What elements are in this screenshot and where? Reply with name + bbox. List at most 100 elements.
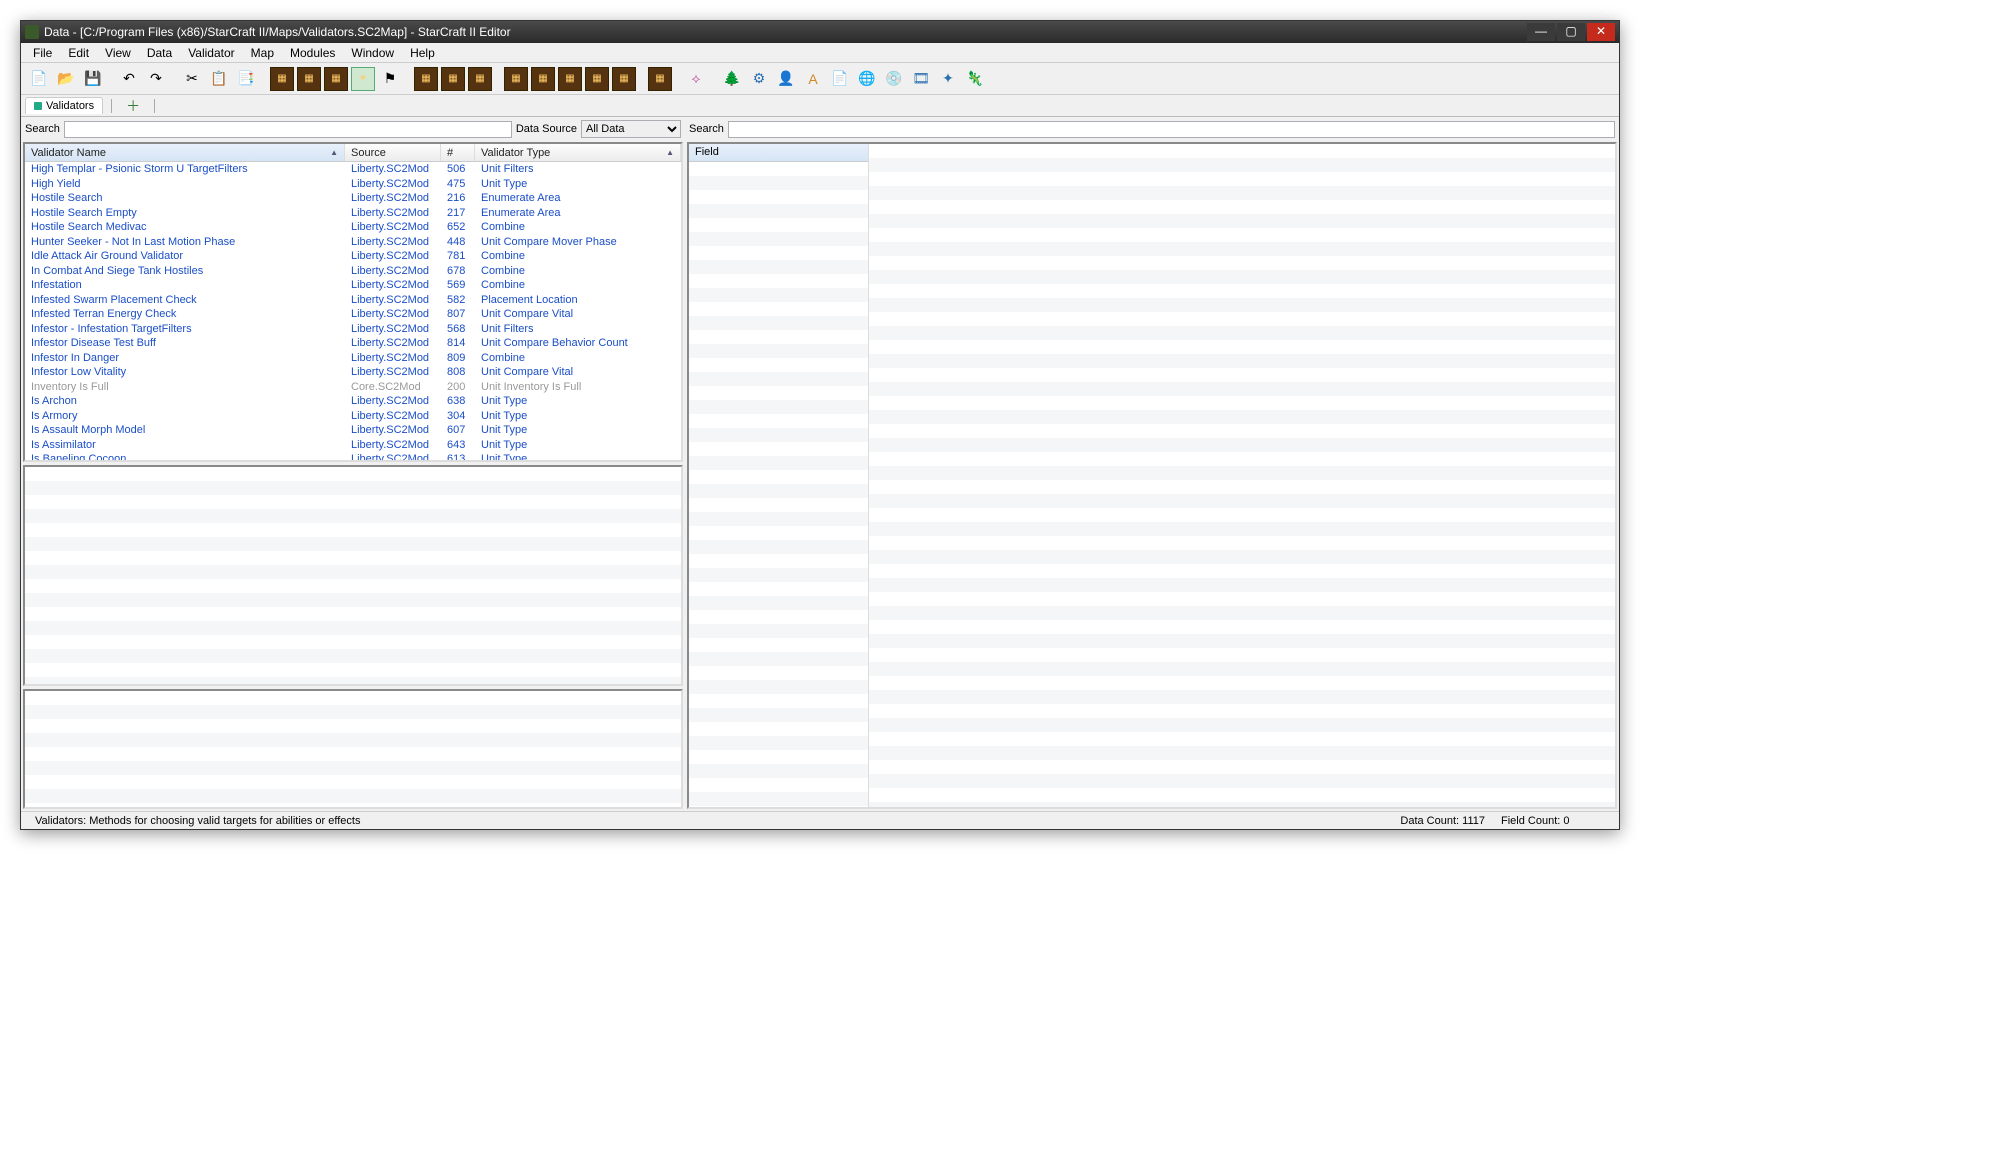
menubar: File Edit View Data Validator Map Module… <box>21 43 1619 63</box>
module-splash-icon[interactable]: ✦ <box>936 67 960 91</box>
save-icon[interactable]: 💾 <box>81 67 105 91</box>
table-row[interactable]: Idle Attack Air Ground ValidatorLiberty.… <box>25 249 681 264</box>
field-panel: Field <box>687 142 1617 809</box>
add-tab-button[interactable]: ＋ <box>120 96 146 116</box>
table-row[interactable]: Inventory Is FullCore.SC2Mod200Unit Inve… <box>25 380 681 395</box>
undo-icon[interactable]: ↶ <box>117 67 141 91</box>
menu-map[interactable]: Map <box>243 44 282 62</box>
cut-icon[interactable]: ✂ <box>180 67 204 91</box>
search-input[interactable] <box>64 121 512 138</box>
table-row[interactable]: Hostile Search EmptyLiberty.SC2Mod217Enu… <box>25 206 681 221</box>
statusbar: Validators: Methods for choosing valid t… <box>21 811 1619 829</box>
open-icon[interactable]: 📂 <box>54 67 78 91</box>
menu-modules[interactable]: Modules <box>282 44 343 62</box>
table-row[interactable]: Hostile SearchLiberty.SC2Mod216Enumerate… <box>25 191 681 206</box>
col-type[interactable]: Validator Type▲ <box>475 144 681 161</box>
close-button[interactable]: ✕ <box>1587 23 1615 41</box>
menu-edit[interactable]: Edit <box>60 44 97 62</box>
menu-window[interactable]: Window <box>343 44 402 62</box>
toolbar: 📄 📂 💾 ↶ ↷ ✂ 📋 📑 ▦ ▦ ▦ ✶ ⚑ ▦ ▦ ▦ ▦ ▦ ▦ ▦ … <box>21 63 1619 95</box>
window-title: Data - [C:/Program Files (x86)/StarCraft… <box>44 25 1527 39</box>
table-row[interactable]: Infested Swarm Placement CheckLiberty.SC… <box>25 293 681 308</box>
validator-list-panel: Validator Name▲ Source # Validator Type▲… <box>23 142 683 462</box>
field-header[interactable]: Field <box>689 144 868 162</box>
table-row[interactable]: Infestor - Infestation TargetFiltersLibe… <box>25 322 681 337</box>
table-row[interactable]: Hunter Seeker - Not In Last Motion Phase… <box>25 235 681 250</box>
table-row[interactable]: Is Assault Morph ModelLiberty.SC2Mod607U… <box>25 423 681 438</box>
table-row[interactable]: Is ArchonLiberty.SC2Mod638Unit Type <box>25 394 681 409</box>
data-icon-13[interactable]: ▦ <box>648 67 672 91</box>
table-row[interactable]: Infestor In DangerLiberty.SC2Mod809Combi… <box>25 351 681 366</box>
new-icon[interactable]: 📄 <box>27 67 51 91</box>
right-search-label: Search <box>689 123 724 135</box>
data-icon-10[interactable]: ▦ <box>558 67 582 91</box>
table-row[interactable]: Is ArmoryLiberty.SC2Mod304Unit Type <box>25 409 681 424</box>
datasource-select[interactable]: All Data <box>581 120 681 138</box>
data-icon-8[interactable]: ▦ <box>504 67 528 91</box>
right-column: Search Field <box>687 119 1617 809</box>
menu-validator[interactable]: Validator <box>180 44 242 62</box>
data-icon-6[interactable]: ▦ <box>441 67 465 91</box>
paste-icon[interactable]: 📑 <box>234 67 258 91</box>
redo-icon[interactable]: ↷ <box>144 67 168 91</box>
menu-help[interactable]: Help <box>402 44 443 62</box>
module-gear-icon[interactable]: ⚙ <box>747 67 771 91</box>
menu-view[interactable]: View <box>97 44 139 62</box>
module-disk-icon[interactable]: 💿 <box>882 67 906 91</box>
middle-panel <box>23 465 683 686</box>
copy-icon[interactable]: 📋 <box>207 67 231 91</box>
tab-validators[interactable]: Validators <box>25 97 103 114</box>
menu-file[interactable]: File <box>25 44 60 62</box>
module-tree-icon[interactable]: 🌲 <box>720 67 744 91</box>
data-icon-7[interactable]: ▦ <box>468 67 492 91</box>
list-header: Validator Name▲ Source # Validator Type▲ <box>25 144 681 162</box>
module-film-icon[interactable]: 🎞 <box>909 67 933 91</box>
data-icon-12[interactable]: ▦ <box>612 67 636 91</box>
table-row[interactable]: Is Baneling CocoonLiberty.SC2Mod613Unit … <box>25 452 681 460</box>
field-right <box>869 144 1615 807</box>
field-left: Field <box>689 144 869 807</box>
bottom-panel-content[interactable] <box>25 691 681 807</box>
col-name[interactable]: Validator Name▲ <box>25 144 345 161</box>
data-icon-4[interactable]: ✶ <box>351 67 375 91</box>
module-doc-icon[interactable]: 📄 <box>828 67 852 91</box>
module-text-icon[interactable]: A <box>801 67 825 91</box>
right-search-input[interactable] <box>728 121 1615 138</box>
minimize-button[interactable]: — <box>1527 23 1555 41</box>
col-num[interactable]: # <box>441 144 475 161</box>
left-column: Search Data Source All Data Validator Na… <box>23 119 683 809</box>
field-right-body[interactable] <box>869 144 1615 807</box>
module-creature-icon[interactable]: 🦎 <box>963 67 987 91</box>
app-icon <box>25 25 39 39</box>
status-datacount: Data Count: 1117 <box>1392 815 1493 827</box>
data-icon-3[interactable]: ▦ <box>324 67 348 91</box>
table-row[interactable]: Is AssimilatorLiberty.SC2Mod643Unit Type <box>25 438 681 453</box>
table-row[interactable]: In Combat And Siege Tank HostilesLiberty… <box>25 264 681 279</box>
col-source[interactable]: Source <box>345 144 441 161</box>
module-person-icon[interactable]: 👤 <box>774 67 798 91</box>
module-globe-icon[interactable]: 🌐 <box>855 67 879 91</box>
tab-label: Validators <box>46 100 94 112</box>
maximize-button[interactable]: ▢ <box>1557 23 1585 41</box>
table-row[interactable]: High YieldLiberty.SC2Mod475Unit Type <box>25 177 681 192</box>
data-icon-5[interactable]: ▦ <box>414 67 438 91</box>
field-left-body[interactable] <box>689 162 868 807</box>
middle-panel-content[interactable] <box>25 467 681 684</box>
list-body[interactable]: High Templar - Psionic Storm U TargetFil… <box>25 162 681 460</box>
module-misc-icon[interactable]: ⟡ <box>684 67 708 91</box>
menu-data[interactable]: Data <box>139 44 180 62</box>
table-row[interactable]: Infestor Disease Test BuffLiberty.SC2Mod… <box>25 336 681 351</box>
table-row[interactable]: Infested Terran Energy CheckLiberty.SC2M… <box>25 307 681 322</box>
flag-icon[interactable]: ⚑ <box>378 67 402 91</box>
left-search-row: Search Data Source All Data <box>23 119 683 139</box>
data-icon-2[interactable]: ▦ <box>297 67 321 91</box>
data-icon-9[interactable]: ▦ <box>531 67 555 91</box>
data-icon-11[interactable]: ▦ <box>585 67 609 91</box>
table-row[interactable]: Hostile Search MedivacLiberty.SC2Mod652C… <box>25 220 681 235</box>
datasource-label: Data Source <box>516 123 577 135</box>
tabbar: Validators ＋ <box>21 95 1619 117</box>
data-icon-1[interactable]: ▦ <box>270 67 294 91</box>
table-row[interactable]: High Templar - Psionic Storm U TargetFil… <box>25 162 681 177</box>
table-row[interactable]: InfestationLiberty.SC2Mod569Combine <box>25 278 681 293</box>
table-row[interactable]: Infestor Low VitalityLiberty.SC2Mod808Un… <box>25 365 681 380</box>
